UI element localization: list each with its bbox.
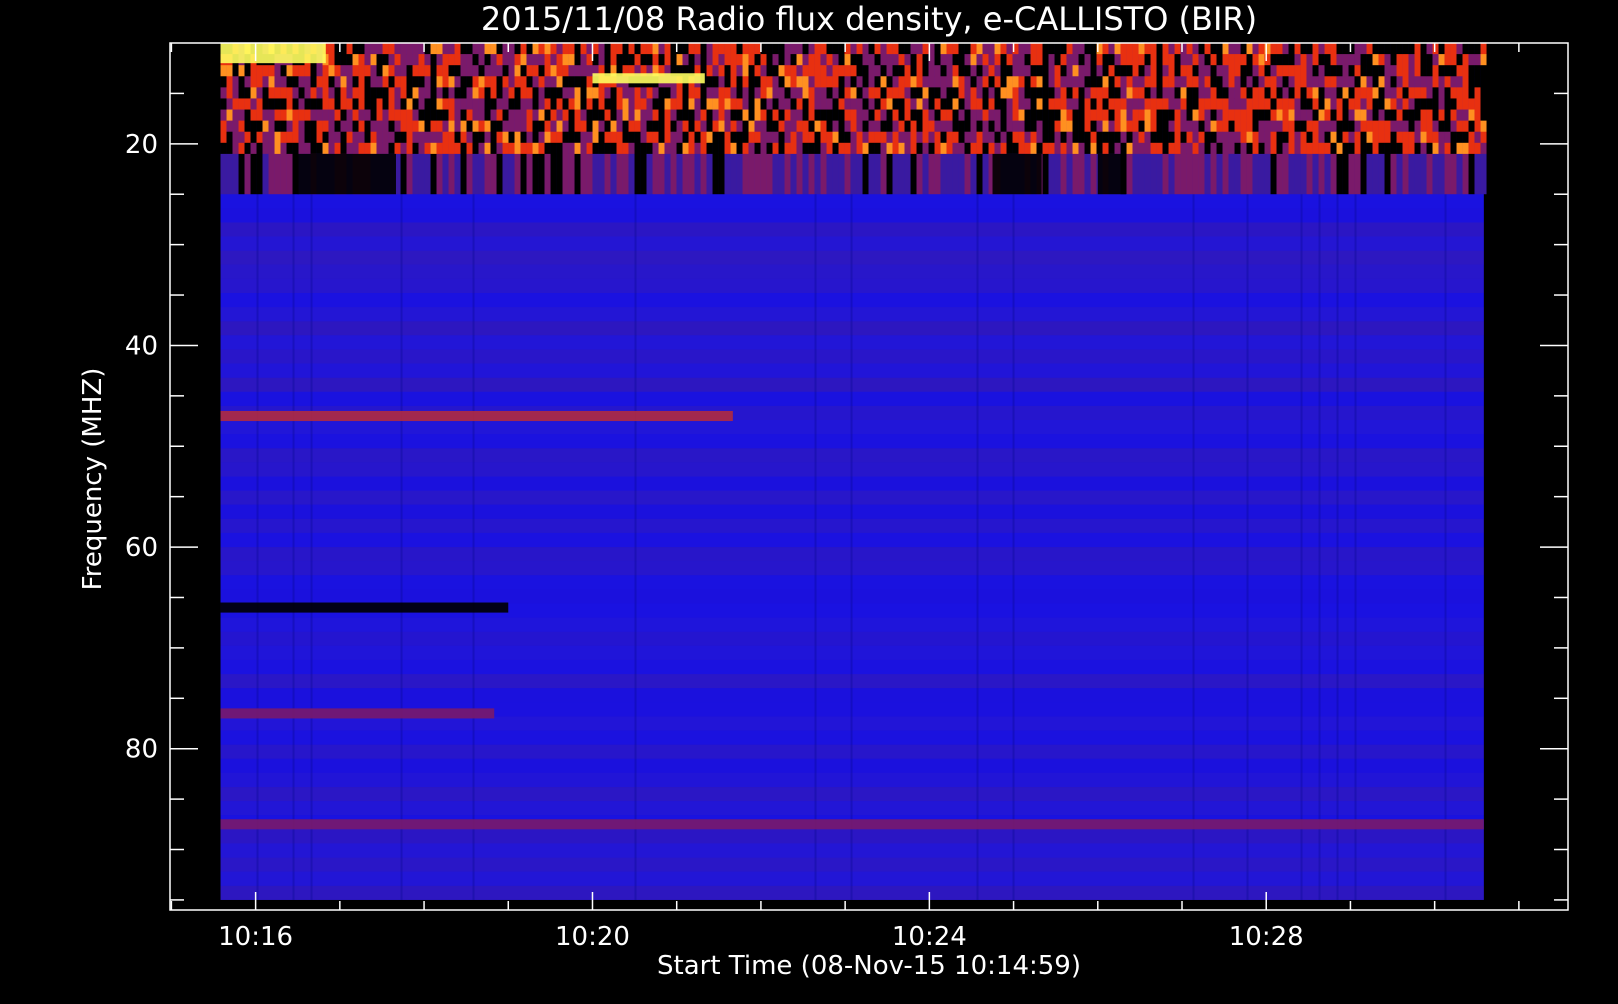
heatmap-feature-6 [220,410,733,422]
heatmap-feature-1 [220,43,326,64]
heatmap-feature-9 [220,819,1484,830]
y-tick-label: 20 [125,130,158,160]
heatmap-feature-5 [1097,153,1126,195]
x-axis-title: Start Time (08-Nov-15 10:14:59) [657,951,1081,981]
x-tick-label: 10:16 [218,922,293,952]
heatmap-feature-2 [592,73,705,84]
y-tick-label: 80 [125,735,158,765]
y-axis-title: Frequency (MHZ) [78,368,108,591]
heatmap-image [220,43,1487,900]
x-tick-label: 10:28 [1229,922,1304,952]
heatmap-feature-8 [220,708,495,719]
spectrogram-chart: 2015/11/08 Radio flux density, e-CALLIST… [78,0,1569,981]
heatmap-feature-3 [297,153,396,195]
y-tick-label: 60 [125,533,158,563]
x-tick-label: 10:24 [892,922,967,952]
y-tick-label: 40 [125,331,158,361]
heatmap-feature-7 [220,602,509,613]
x-tick-label: 10:20 [555,922,630,952]
chart: 2015/11/08 Radio flux density, e-CALLIST… [0,0,1618,1000]
chart-title: 2015/11/08 Radio flux density, e-CALLIST… [481,0,1257,38]
heatmap-feature-4 [992,153,1042,195]
